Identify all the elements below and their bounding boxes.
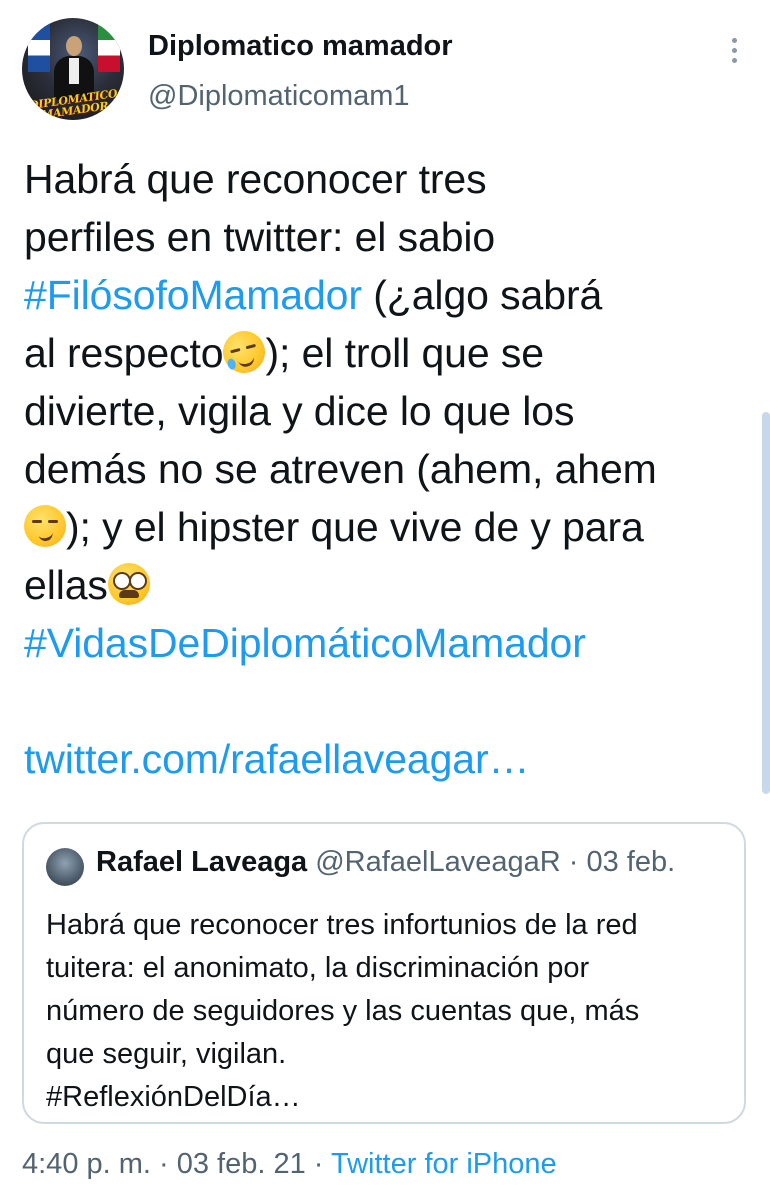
more-vertical-icon[interactable] bbox=[728, 38, 740, 68]
tweet-line: demás no se atreven (ahem, ahem bbox=[24, 446, 657, 492]
tweet-line: divierte, vigila y dice lo que los bbox=[24, 388, 575, 434]
flag-graphic bbox=[28, 24, 50, 72]
author-name[interactable]: Diplomatico mamador bbox=[148, 30, 453, 63]
tweet-line: ellas bbox=[24, 556, 754, 614]
tweet-line: Habrá que reconocer tres bbox=[24, 156, 487, 202]
quoted-author-meta: @RafaelLaveagaR · 03 feb. bbox=[307, 846, 676, 878]
tweet-text: Habrá que reconocer tres perfiles en twi… bbox=[24, 150, 754, 788]
figure-shirt bbox=[69, 58, 79, 84]
tweet-text-fragment: ellas bbox=[24, 562, 108, 608]
scrollbar[interactable] bbox=[762, 412, 770, 794]
figure-head bbox=[66, 36, 82, 56]
flag-graphic bbox=[98, 24, 120, 72]
quoted-author-avatar bbox=[46, 848, 84, 886]
quoted-line: que seguir, vigilan. bbox=[46, 1038, 287, 1070]
quoted-tweet-card[interactable]: Rafael Laveaga @RafaelLaveagaR · 03 feb.… bbox=[22, 822, 746, 1124]
tweet-timestamp[interactable]: 4:40 p. m. · 03 feb. 21 · bbox=[22, 1148, 331, 1180]
tweet-text-fragment: ); y el hipster que vive de y para bbox=[66, 504, 644, 550]
quoted-line: Habrá que reconocer tres infortunios de … bbox=[46, 909, 638, 941]
tweet-url-link[interactable]: twitter.com/rafaellaveagar… bbox=[24, 730, 754, 788]
tweet-header: DIPLOMATICO MAMADOR Diplomatico mamador … bbox=[22, 18, 748, 128]
tweet-text-fragment: (¿algo sabrá bbox=[361, 272, 603, 318]
quoted-author-name: Rafael Laveaga bbox=[96, 846, 308, 878]
tweet-text-fragment: ); el troll que se bbox=[265, 330, 544, 376]
author-handle[interactable]: @Diplomaticomam1 bbox=[148, 80, 410, 113]
quoted-line: #ReflexiónDelDía… bbox=[46, 1081, 301, 1113]
hashtag-link[interactable]: #FilósofoMamador bbox=[24, 272, 362, 318]
quoted-tweet-header: Rafael Laveaga @RafaelLaveagaR · 03 feb. bbox=[96, 846, 675, 879]
tweet-source-link[interactable]: Twitter for iPhone bbox=[331, 1148, 557, 1180]
nerd-face-emoji bbox=[107, 563, 150, 605]
quoted-line: número de seguidores y las cuentas que, … bbox=[46, 995, 640, 1027]
hashtag-link[interactable]: #VidasDeDiplomáticoMamador bbox=[24, 614, 754, 672]
quoted-line: tuitera: el anonimato, la discriminación… bbox=[46, 952, 590, 984]
avatar-logo-text: DIPLOMATICO MAMADOR bbox=[28, 86, 119, 120]
tweet-line: ); y el hipster que vive de y para bbox=[24, 498, 754, 556]
smirking-face-emoji bbox=[24, 505, 66, 547]
tweet-meta: 4:40 p. m. · 03 feb. 21 · Twitter for iP… bbox=[22, 1148, 557, 1181]
rolling-on-the-floor-laughing-emoji bbox=[218, 326, 271, 378]
author-avatar[interactable]: DIPLOMATICO MAMADOR bbox=[22, 18, 124, 120]
tweet-line: #FilósofoMamador (¿algo sabrá bbox=[24, 266, 754, 324]
tweet-text-fragment: al respecto bbox=[24, 330, 224, 376]
tweet-line: al respecto ); el troll que se bbox=[24, 324, 754, 382]
quoted-tweet-text: Habrá que reconocer tres infortunios de … bbox=[46, 904, 736, 1119]
tweet-line: perfiles en twitter: el sabio bbox=[24, 214, 496, 260]
